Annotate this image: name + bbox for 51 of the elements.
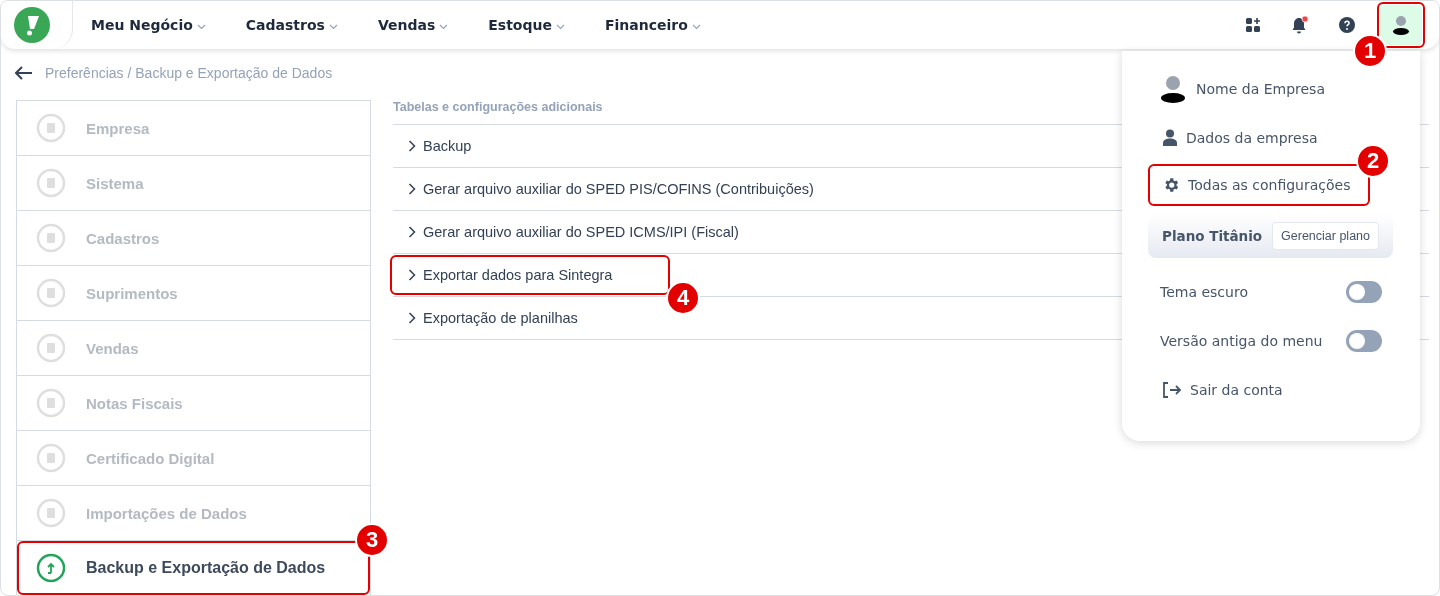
manage-plan-button[interactable]: Gerenciar plano [1272, 222, 1379, 250]
circle-icon [36, 278, 66, 308]
nav-menu-item[interactable]: Estoque [476, 17, 577, 33]
chevron-right-icon [408, 269, 416, 281]
toggle-label: Versão antiga do menu [1160, 332, 1323, 349]
breadcrumb: Preferências / Backup e Exportação de Dados [45, 65, 333, 81]
chevron-down-icon [196, 23, 206, 30]
step-badge: 2 [1356, 144, 1390, 178]
expandable-row[interactable]: Gerar arquivo auxiliar do SPED ICMS/IPI (Fiscal) [390, 212, 755, 252]
step-badge: 4 [666, 281, 700, 315]
company-name: Nome da Empresa [1196, 81, 1325, 97]
expandable-row[interactable]: Backup [390, 126, 488, 166]
help-icon[interactable] [1339, 17, 1355, 33]
nav-menu-item[interactable]: Financeiro [592, 17, 713, 33]
notification-bell-icon[interactable] [1291, 16, 1309, 34]
toggle-switch[interactable] [1346, 329, 1382, 352]
circle-icon [36, 388, 66, 418]
step-badge: 3 [355, 523, 389, 557]
chevron-down-icon [328, 23, 338, 30]
chevron-down-icon [691, 23, 701, 30]
avatar-icon [1392, 15, 1410, 35]
chevron-down-icon [439, 23, 449, 30]
circle-icon [36, 553, 66, 583]
expandable-row[interactable]: Gerar arquivo auxiliar do SPED PIS/COFINS (Contribuições) [390, 169, 830, 209]
chevron-right-icon [408, 312, 416, 324]
chevron-down-icon [555, 23, 565, 30]
person-icon [1162, 129, 1178, 146]
circle-icon [36, 333, 66, 363]
plan-name: Plano Titânio [1162, 228, 1263, 244]
circle-icon [36, 113, 66, 143]
toggle-switch[interactable] [1346, 280, 1382, 303]
nav-menu-item[interactable]: Vendas [365, 17, 461, 33]
chevron-right-icon [408, 183, 416, 195]
back-arrow-icon[interactable] [15, 66, 33, 80]
avatar-icon [1160, 75, 1186, 103]
circle-icon [36, 443, 66, 473]
nav-menu-item[interactable]: Cadastros [233, 17, 350, 33]
logo-icon[interactable] [13, 7, 50, 43]
circle-icon [36, 168, 66, 198]
toggle-label: Tema escuro [1160, 283, 1248, 300]
chevron-right-icon [408, 226, 416, 238]
logout-icon [1162, 382, 1182, 398]
avatar-button[interactable] [1380, 5, 1422, 45]
chevron-right-icon [408, 140, 416, 152]
apps-icon[interactable] [1245, 17, 1261, 33]
expandable-row[interactable]: Exportação de planilhas [390, 298, 594, 338]
expandable-row[interactable]: Exportar dados para Sintegra [390, 255, 670, 295]
circle-icon [36, 498, 66, 528]
nav-menu-item[interactable]: Meu Negócio [79, 17, 218, 33]
circle-icon [36, 223, 66, 253]
menu-item[interactable]: Sair da conta [1148, 370, 1370, 410]
